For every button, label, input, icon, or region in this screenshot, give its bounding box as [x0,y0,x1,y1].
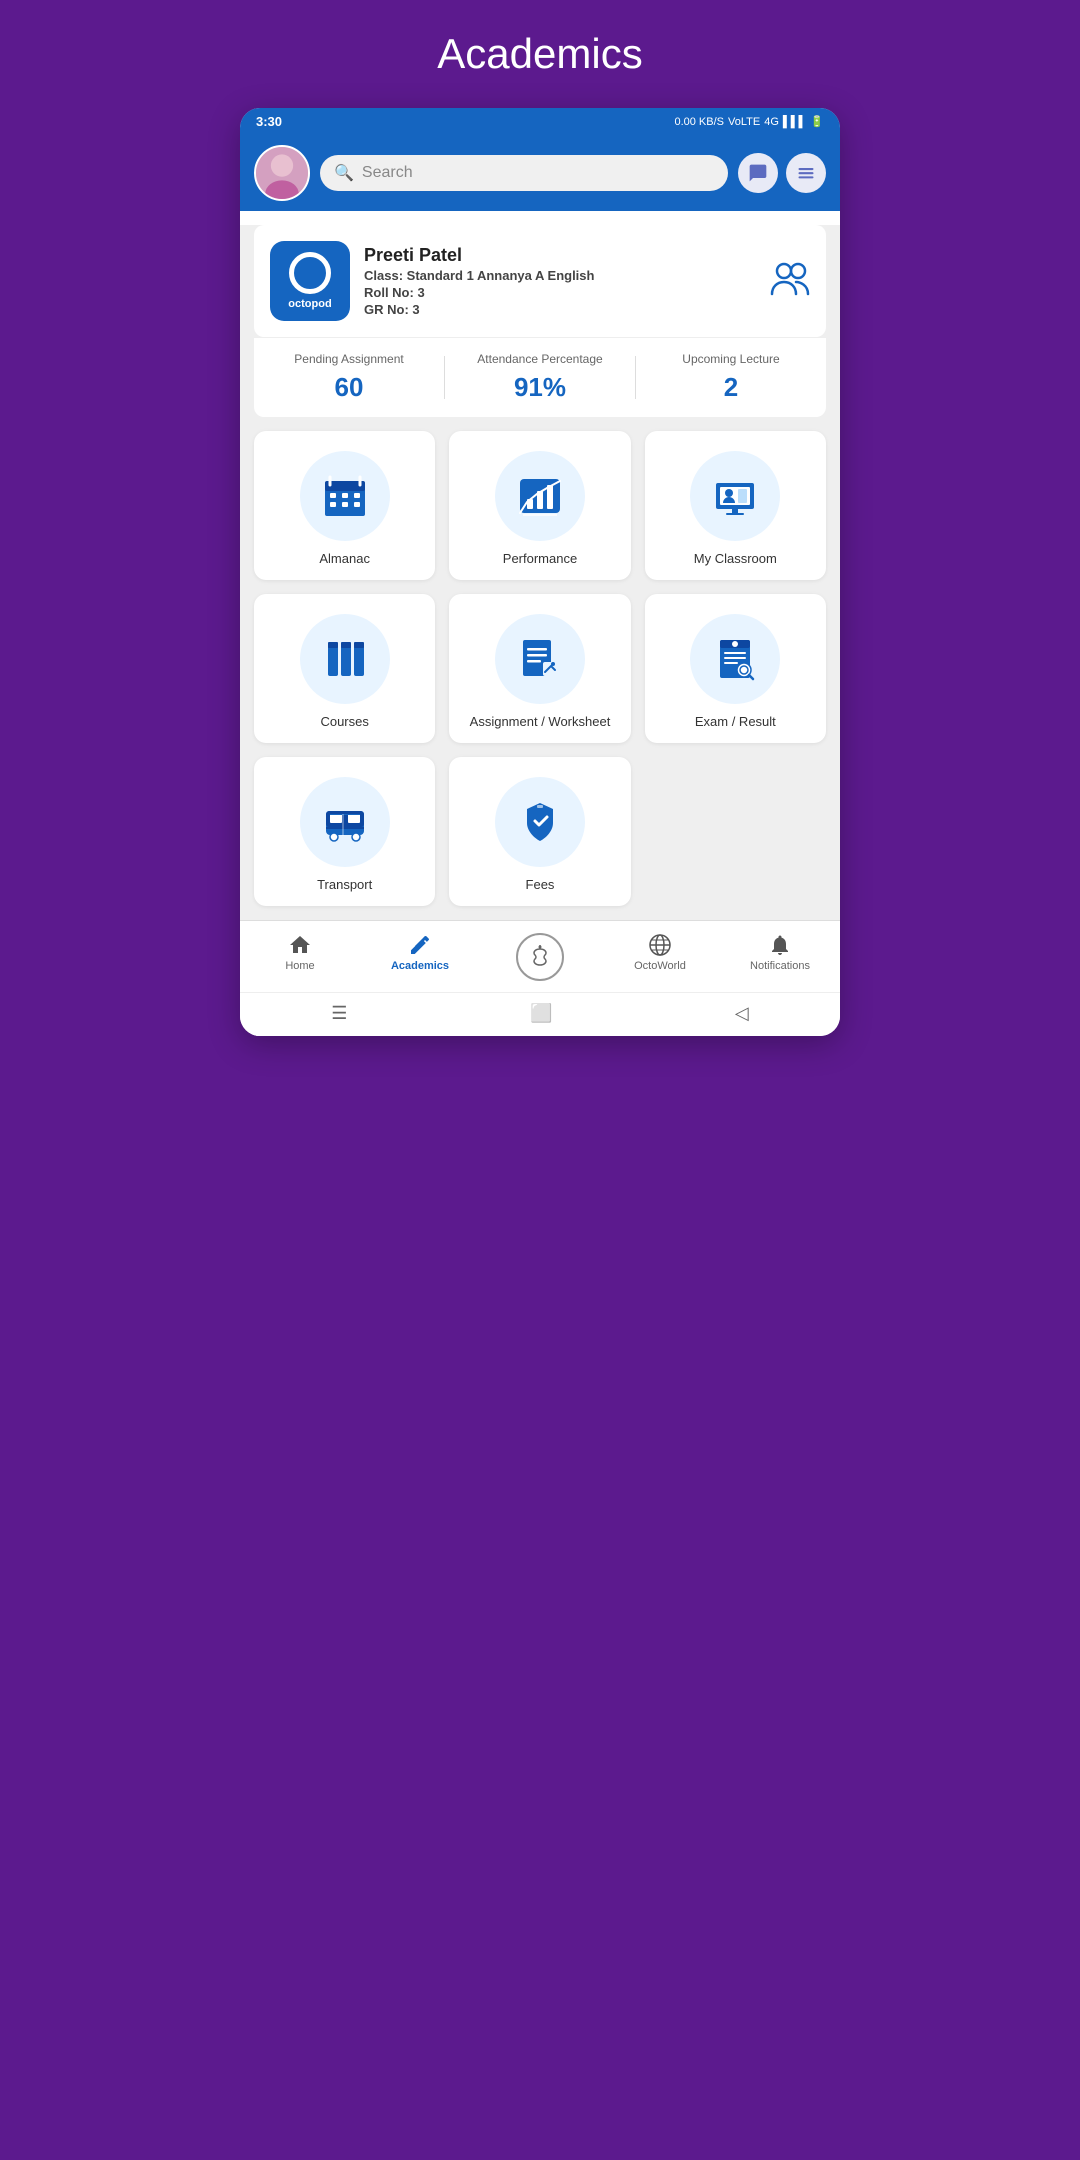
assignment-icon-circle [495,614,585,704]
logo-text: octopod [288,298,331,310]
phone-frame: 3:30 0.00 KB/S VoLTE 4G ▌▌▌ 🔋 🔍 Search [240,108,840,1036]
chat-button[interactable] [738,153,778,193]
system-bar: ☰ ⬜ ◁ [240,992,840,1036]
student-name: Preeti Patel [364,245,756,266]
status-bar: 3:30 0.00 KB/S VoLTE 4G ▌▌▌ 🔋 [240,108,840,135]
exam-result-icon-circle [690,614,780,704]
nav-octoworld[interactable]: OctoWorld [625,933,695,984]
student-roll: Roll No: 3 [364,285,756,300]
nav-center[interactable] [505,933,575,984]
courses-icon-circle [300,614,390,704]
carrier: VoLTE [728,116,760,128]
grid-item-performance[interactable]: Performance [449,431,630,580]
grid-item-transport[interactable]: Transport [254,757,435,906]
network-speed: 0.00 KB/S [674,116,724,128]
grid-item-fees[interactable]: Fees [449,757,630,906]
avatar[interactable] [254,145,310,201]
grid-container: Almanac Performance [254,431,826,906]
stat-attendance-value: 91% [445,372,635,403]
search-icon: 🔍 [334,163,354,183]
stat-attendance: Attendance Percentage 91% [445,352,635,403]
status-right: 0.00 KB/S VoLTE 4G ▌▌▌ 🔋 [674,115,824,128]
almanac-label: Almanac [319,551,370,566]
stat-attendance-label: Attendance Percentage [445,352,635,366]
courses-label: Courses [320,714,368,729]
exam-result-label: Exam / Result [695,714,776,729]
fees-label: Fees [526,877,555,892]
octopod-logo: octopod [270,241,350,321]
my-classroom-icon-circle [690,451,780,541]
search-bar[interactable]: 🔍 Search [320,155,728,191]
app-header: 🔍 Search [240,135,840,211]
stat-upcoming-label: Upcoming Lecture [636,352,826,366]
bottom-nav: Home Academics [240,920,840,992]
battery-icon: 🔋 [810,115,824,128]
grid-item-courses[interactable]: Courses [254,594,435,743]
people-icon[interactable] [770,260,810,303]
profile-info: Preeti Patel Class: Standard 1 Annanya A… [364,245,756,317]
profile-card: octopod Preeti Patel Class: Standard 1 A… [254,225,826,337]
grid-item-almanac[interactable]: Almanac [254,431,435,580]
nav-notifications-label: Notifications [750,960,810,972]
transport-icon-circle [300,777,390,867]
student-gr: GR No: 3 [364,302,756,317]
menu-button[interactable] [786,153,826,193]
stat-pending-assignment: Pending Assignment 60 [254,352,444,403]
my-classroom-label: My Classroom [694,551,777,566]
stat-pending-label: Pending Assignment [254,352,444,366]
system-menu-btn[interactable]: ☰ [331,1003,347,1024]
system-home-btn[interactable]: ⬜ [530,1003,552,1024]
stats-row: Pending Assignment 60 Attendance Percent… [254,337,826,417]
performance-label: Performance [503,551,577,566]
signal-type: 4G [764,116,779,128]
stat-upcoming: Upcoming Lecture 2 [636,352,826,403]
signal-bars: ▌▌▌ [783,116,806,128]
nav-home-label: Home [285,960,314,972]
almanac-icon-circle [300,451,390,541]
grid-item-my-classroom[interactable]: My Classroom [645,431,826,580]
grid-item-assignment-worksheet[interactable]: Assignment / Worksheet [449,594,630,743]
stat-upcoming-value: 2 [636,372,826,403]
nav-academics-label: Academics [391,960,449,972]
feature-grid: Almanac Performance [240,417,840,920]
nav-octoworld-label: OctoWorld [634,960,686,972]
system-back-btn[interactable]: ◁ [735,1003,749,1024]
performance-icon-circle [495,451,585,541]
stat-pending-value: 60 [254,372,444,403]
page-title: Academics [437,30,642,78]
transport-label: Transport [317,877,372,892]
assignment-worksheet-label: Assignment / Worksheet [470,714,611,729]
grid-item-exam-result[interactable]: Exam / Result [645,594,826,743]
nav-home[interactable]: Home [265,933,335,984]
student-class: Class: Standard 1 Annanya A English [364,268,756,283]
nav-academics[interactable]: Academics [385,933,455,984]
fees-icon-circle [495,777,585,867]
status-time: 3:30 [256,114,282,129]
nav-notifications[interactable]: Notifications [745,933,815,984]
search-placeholder: Search [362,164,413,182]
header-icons [738,153,826,193]
main-content: octopod Preeti Patel Class: Standard 1 A… [240,225,840,1036]
